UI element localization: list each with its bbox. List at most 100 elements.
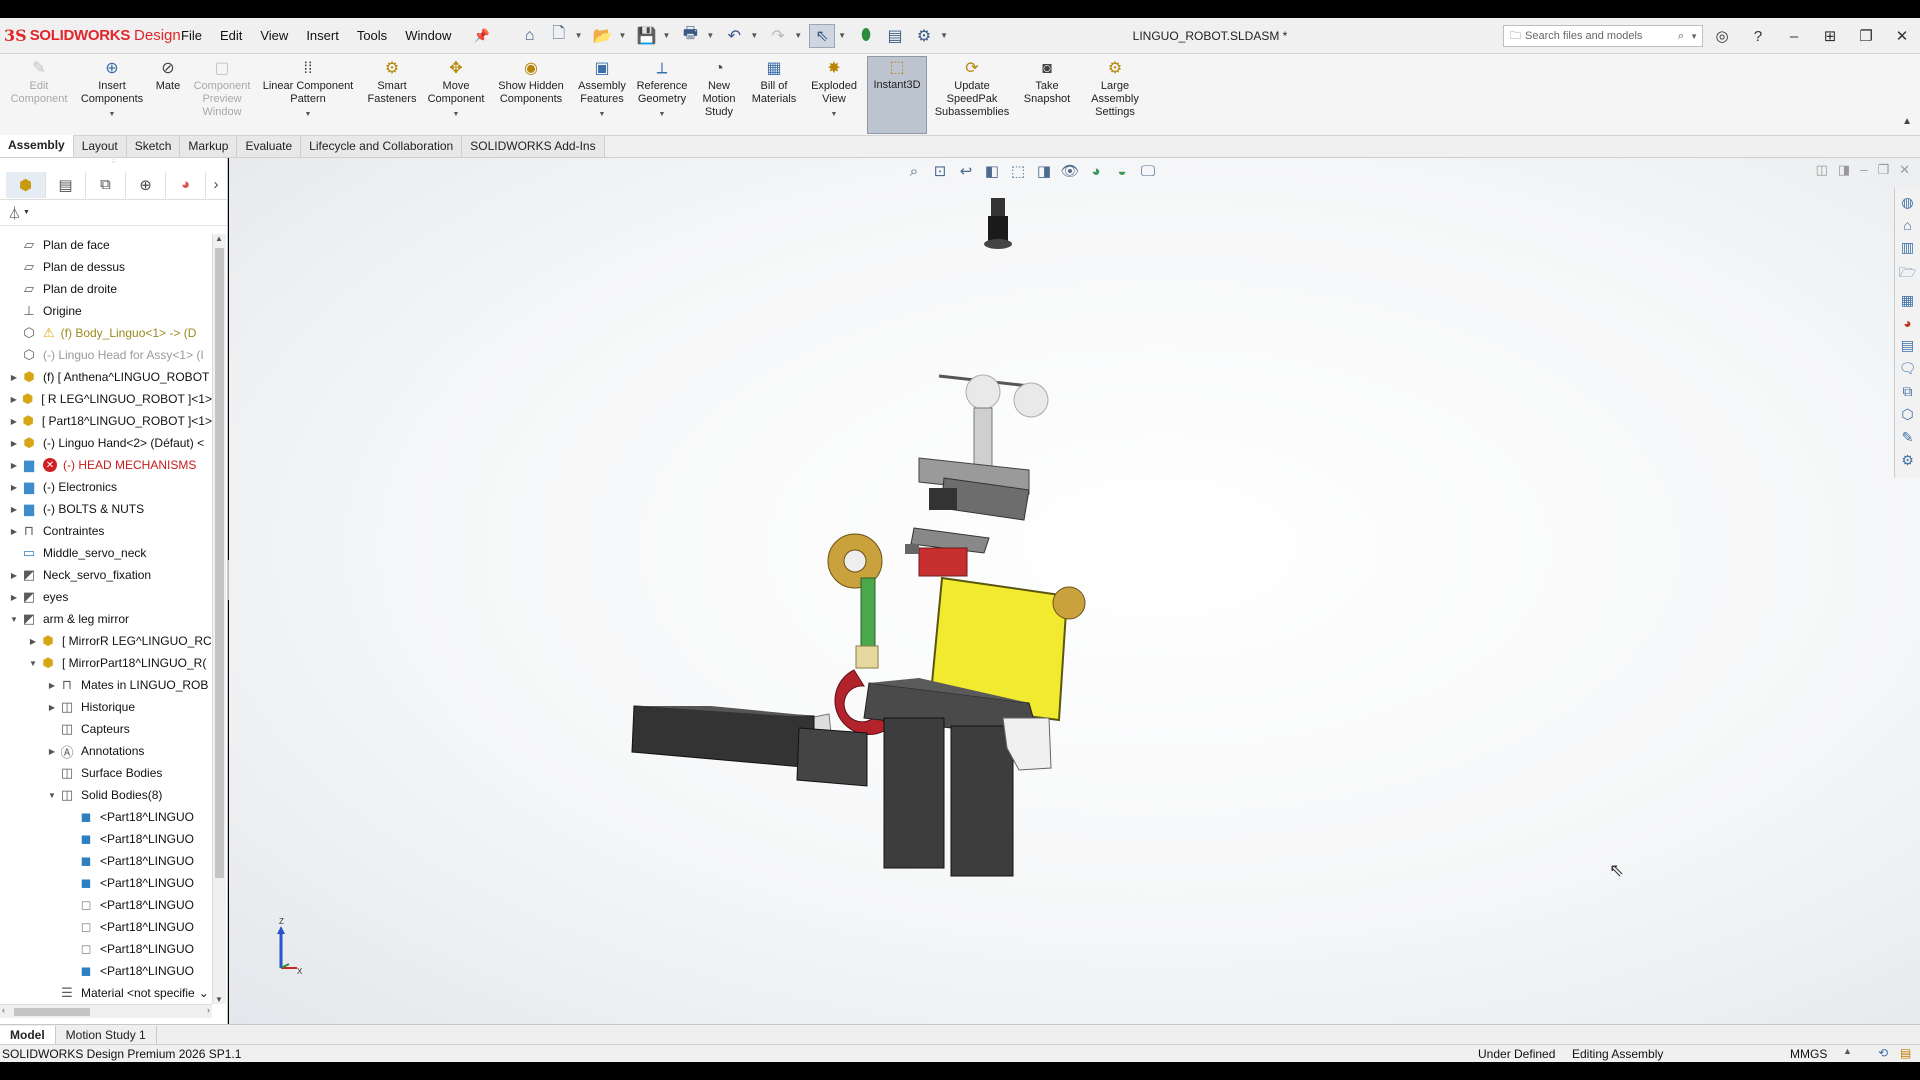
expand-icon[interactable]: ▶ <box>8 571 20 580</box>
tree-node[interactable]: ◼ <Part18^LINGUO <box>0 850 212 872</box>
expand-icon[interactable]: ▶ <box>8 461 20 470</box>
tree-node[interactable]: ▶ ▆ ✕ (-) HEAD MECHANISMS <box>0 454 212 476</box>
file-properties-icon[interactable]: ▤ <box>882 24 908 48</box>
expand-icon[interactable]: ▶ <box>8 439 20 448</box>
tree-node[interactable]: ▶ ⬢ (f) [ Anthena^LINGUO_ROBOT <box>0 366 212 388</box>
print-icon[interactable]: 🖶 <box>677 24 703 48</box>
forum-icon[interactable]: 🗨 <box>1899 360 1917 377</box>
collapse-icon[interactable]: ▼ <box>8 615 20 624</box>
appearances-icon[interactable]: ◕ <box>1903 315 1911 331</box>
component-preview-button[interactable]: ▢ Component Preview Window <box>188 58 256 119</box>
reference-geometry-button[interactable]: ⟂ Reference Geometry ▼ <box>632 58 692 121</box>
user-account-icon[interactable]: ◎ <box>1704 27 1740 45</box>
assembly-features-button[interactable]: ▣ Assembly Features ▼ <box>574 58 630 121</box>
expand-icon[interactable]: ▶ <box>8 483 20 492</box>
redo-icon[interactable]: ↷ <box>765 24 791 48</box>
open-folder-icon[interactable]: 📂 <box>590 24 616 48</box>
undo-icon[interactable]: ↶ <box>721 24 747 48</box>
tree-node[interactable]: ▱ Plan de dessus <box>0 256 212 278</box>
tab-assembly[interactable]: Assembly <box>0 135 74 157</box>
chevron-up-icon[interactable]: ▲ <box>1843 1046 1852 1056</box>
3d-content-icon[interactable]: ⬡ <box>1901 406 1913 423</box>
expand-icon[interactable]: ▶ <box>8 395 19 404</box>
chevron-down-icon[interactable]: ▼ <box>305 108 312 121</box>
collapse-ribbon-icon[interactable]: ▲ <box>1902 116 1912 127</box>
menu-tools[interactable]: Tools <box>348 28 396 43</box>
tree-vertical-scrollbar[interactable]: ▲ ▼ <box>212 234 226 1004</box>
solidworks-resources-icon[interactable]: ◍ <box>1901 194 1913 211</box>
edit-component-button[interactable]: ✎ Edit Component <box>4 58 74 106</box>
expand-icon[interactable]: ▶ <box>46 703 58 712</box>
robot-assembly-model[interactable] <box>229 158 1920 1024</box>
tools-icon[interactable]: ✎ <box>1902 429 1914 446</box>
tree-node[interactable]: ⬡ (-) Linguo Head for Assy<1> (I <box>0 344 212 366</box>
tree-node[interactable]: ▶ ⬢ [ MirrorR LEG^LINGUO_RC <box>0 630 212 652</box>
close-icon[interactable]: ✕ <box>1884 27 1920 45</box>
instant3d-button[interactable]: ⬚ Instant3D <box>867 56 927 134</box>
chevron-down-icon[interactable]: ▼ <box>575 31 583 40</box>
chevron-down-icon[interactable]: ▼ <box>794 31 802 40</box>
tab-markup[interactable]: Markup <box>180 136 238 157</box>
tree-node[interactable]: ▶ ⬢ [ R LEG^LINGUO_ROBOT ]<1> <box>0 388 212 410</box>
chevron-down-icon[interactable]: ▼ <box>838 31 846 40</box>
tree-node[interactable]: ◫ Capteurs <box>0 718 212 740</box>
select-cursor-icon[interactable]: ⇖ <box>809 23 836 48</box>
chevron-down-icon[interactable]: ▼ <box>706 31 714 40</box>
menu-file[interactable]: File <box>172 28 211 43</box>
chevron-down-icon[interactable]: ▼ <box>662 31 670 40</box>
notifications-icon[interactable]: ▤ <box>1900 1046 1911 1060</box>
tree-node[interactable]: ▶ Ⓐ Annotations <box>0 740 212 762</box>
bill-of-materials-button[interactable]: ▦ Bill of Materials <box>748 58 800 106</box>
mate-button[interactable]: ⊘ Mate <box>150 58 186 93</box>
panel-grip[interactable]: ⁘ <box>0 158 227 170</box>
restore-icon[interactable]: ❐ <box>1848 27 1884 45</box>
search-icon[interactable]: ⌕ <box>1678 30 1684 43</box>
tree-node[interactable]: ◼ <Part18^LINGUO <box>0 806 212 828</box>
filter-icon[interactable]: ⏃ ▼ <box>0 200 227 226</box>
chevron-down-icon[interactable]: ▼ <box>619 31 627 40</box>
tree-node[interactable]: ⬡ ⚠ (f) Body_Linguo<1> -> (D <box>0 322 212 344</box>
chevron-right-icon[interactable]: › <box>206 172 226 198</box>
tree-node[interactable]: ▶ ◩ Neck_servo_fixation <box>0 564 212 586</box>
collapse-icon[interactable]: ▼ <box>46 791 58 800</box>
collapse-icon[interactable]: ▼ <box>27 659 39 668</box>
move-component-button[interactable]: ✥ Move Component ▼ <box>424 58 488 121</box>
show-hidden-button[interactable]: ◉ Show Hidden Components <box>494 58 568 106</box>
settings-icon[interactable]: ⚙ <box>1901 452 1914 469</box>
update-speedpak-button[interactable]: ⟳ Update SpeedPak Subassemblies <box>932 58 1012 119</box>
tab-layout[interactable]: Layout <box>73 136 127 157</box>
minimize-icon[interactable]: – <box>1776 28 1812 45</box>
property-manager-icon[interactable]: ▤ <box>46 171 86 198</box>
expand-icon[interactable]: ▶ <box>46 681 58 690</box>
tree-node[interactable]: ▼ ◫ Solid Bodies(8) <box>0 784 212 806</box>
dimxpert-icon[interactable]: ⊕ <box>126 171 166 198</box>
new-motion-study-button[interactable]: ◔ New Motion Study <box>694 58 744 119</box>
linear-pattern-button[interactable]: ⁞⁞ Linear Component Pattern ▼ <box>258 58 358 121</box>
tree-node[interactable]: ▶ ▆ (-) BOLTS & NUTS <box>0 498 212 520</box>
expand-icon[interactable]: ▶ <box>46 747 58 756</box>
expand-icon[interactable]: ▶ <box>27 637 39 646</box>
tree-node[interactable]: ◼ <Part18^LINGUO <box>0 828 212 850</box>
tree-node[interactable]: ▶ ⬢ (-) Linguo Hand<2> (Défaut) < <box>0 432 212 454</box>
traffic-light-icon[interactable]: ⬮ <box>853 24 879 48</box>
tree-node[interactable]: ▶ ⊓ Contraintes <box>0 520 212 542</box>
menu-edit[interactable]: Edit <box>211 28 251 43</box>
scrollbar-thumb[interactable] <box>215 248 224 878</box>
help-icon[interactable]: ? <box>1740 28 1776 45</box>
chevron-down-icon[interactable]: ▼ <box>659 108 666 121</box>
scroll-right-icon[interactable]: › <box>207 1005 210 1015</box>
chevron-down-icon[interactable]: ▼ <box>109 108 116 121</box>
tree-node[interactable]: ◼ <Part18^LINGUO <box>0 960 212 982</box>
appearance-icon[interactable]: ◕ <box>166 171 206 198</box>
expand-icon[interactable]: ▶ <box>8 417 20 426</box>
tree-node[interactable]: ▼ ◩ arm & leg mirror <box>0 608 212 630</box>
tree-node[interactable]: ▱ Plan de droite <box>0 278 212 300</box>
tree-node[interactable]: ▶ ⬢ [ Part18^LINGUO_ROBOT ]<1> <box>0 410 212 432</box>
chevron-down-icon[interactable]: ▼ <box>940 31 948 40</box>
chevron-down-icon[interactable]: ▼ <box>1690 32 1698 41</box>
custom-properties-icon[interactable]: ▤ <box>1901 337 1914 354</box>
pin-icon[interactable]: 📌 <box>464 28 498 44</box>
home-icon[interactable]: ⌂ <box>517 24 543 48</box>
chevron-down-icon[interactable]: ▼ <box>599 108 606 121</box>
tab-evaluate[interactable]: Evaluate <box>237 136 302 157</box>
